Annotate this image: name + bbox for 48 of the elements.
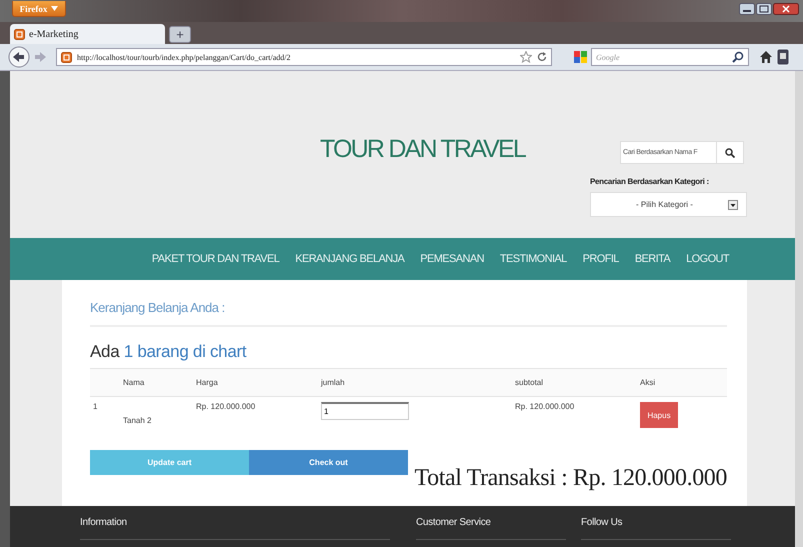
maximize-icon[interactable]	[756, 3, 772, 15]
search-field[interactable]: Google	[591, 48, 749, 66]
close-icon[interactable]	[773, 3, 799, 15]
search-engine-icon[interactable]	[574, 51, 588, 63]
category-dropdown[interactable]: - Pilih Kategori -	[590, 192, 747, 217]
star-icon[interactable]	[520, 51, 532, 63]
firefox-menu-button[interactable]: Firefox	[12, 1, 66, 17]
category-label: Pencarian Berdasarkan Kategori :	[590, 177, 709, 186]
back-icon[interactable]	[8, 46, 30, 68]
update-button[interactable]: Update cart	[90, 450, 249, 475]
column-header: subtotal	[514, 378, 544, 387]
checkout-button[interactable]: Check out	[249, 450, 408, 475]
nav-link[interactable]: PAKET TOUR DAN TRAVEL	[152, 253, 280, 265]
footer-heading: Customer Service	[416, 517, 491, 528]
caret-icon[interactable]	[51, 6, 58, 11]
nav-link[interactable]: TESTIMONIAL	[500, 253, 567, 265]
nav-link[interactable]: KERANJANG BELANJA	[295, 253, 404, 265]
nav-link[interactable]: LOGOUT	[686, 253, 729, 265]
page-icon[interactable]	[61, 52, 72, 62]
footer-heading: Information	[80, 517, 127, 528]
nav-link[interactable]: PROFIL	[582, 253, 619, 265]
total-amount: Total Transaksi : Rp. 120.000.000	[414, 465, 727, 492]
reload-icon[interactable]	[537, 52, 547, 62]
new-tab-button[interactable]: +	[169, 26, 191, 43]
column-header: Harga	[195, 378, 219, 387]
site-title: TOUR DAN TRAVEL	[320, 135, 525, 164]
search-icon[interactable]	[732, 51, 744, 63]
table-cell-text: Rp. 120.000.000	[514, 402, 576, 413]
footer-heading: Follow Us	[581, 517, 622, 528]
delete-button[interactable]: Hapus	[640, 402, 678, 428]
page-icon[interactable]	[14, 28, 25, 40]
home-icon[interactable]	[759, 50, 773, 64]
table-cell-text: 1	[92, 402, 98, 413]
table-cell-text: Tanah 2	[122, 415, 152, 427]
section-heading: Keranjang Belanja Anda :	[90, 300, 727, 327]
search-icon[interactable]	[725, 148, 735, 158]
column-header: Nama	[122, 378, 146, 387]
table-cell-text: Rp. 120.000.000	[195, 402, 256, 413]
address-field[interactable]: http://localhost/tour/tourb/index.php/pelanggan/Cart/do_cart/add/2	[56, 48, 552, 66]
column-header: Aksi	[639, 378, 656, 387]
nav-link[interactable]: BERITA	[634, 253, 670, 265]
browser-tab[interactable]: e-Marketing	[10, 24, 165, 44]
cart-summary: Ada 1 barang di chart	[90, 342, 248, 362]
nav-link[interactable]: PEMESANAN	[420, 253, 484, 265]
quantity-field[interactable]: 1	[321, 402, 409, 420]
search-button[interactable]	[717, 141, 744, 164]
column-header: jumlah	[320, 378, 346, 387]
minimize-icon[interactable]	[739, 3, 755, 15]
